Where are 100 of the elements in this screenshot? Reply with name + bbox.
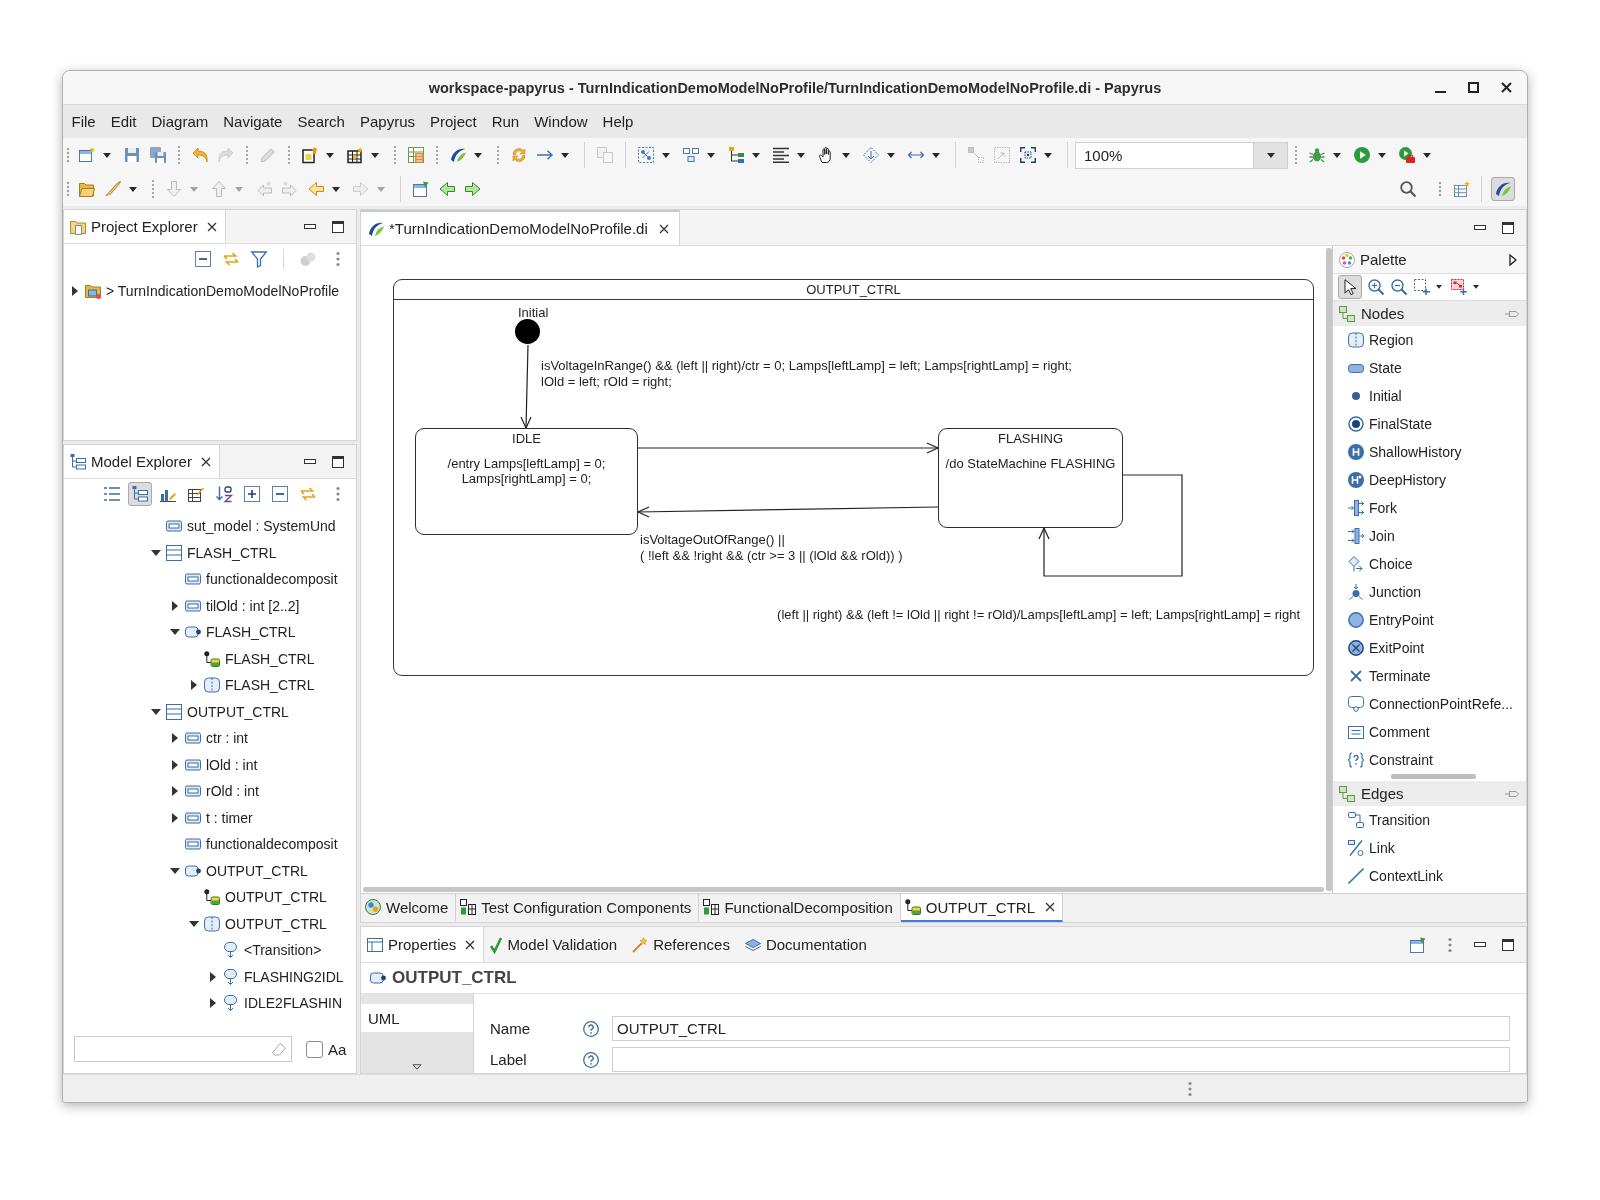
zoom-in-icon[interactable] [1368, 279, 1384, 295]
maximize-icon[interactable] [1468, 82, 1479, 93]
zoom-out-icon[interactable] [1391, 279, 1407, 295]
grip-icon[interactable] [66, 181, 70, 197]
tree-arrow-icon[interactable] [151, 708, 161, 715]
diamond-arrow-icon[interactable] [863, 147, 879, 163]
help-icon[interactable] [583, 1051, 599, 1068]
page-tab[interactable]: FunctionalDecomposition [699, 894, 901, 922]
tree-item[interactable]: OUTPUT_CTRL [187, 703, 289, 720]
tree-item[interactable]: ctr : int [206, 730, 248, 747]
tree-arrow-icon[interactable] [172, 786, 178, 797]
caret-icon[interactable] [797, 152, 805, 158]
text-field[interactable] [612, 1047, 1510, 1072]
palette-item[interactable]: Terminate [1333, 662, 1526, 690]
maximize-icon[interactable] [332, 455, 344, 468]
text-field[interactable]: OUTPUT_CTRL [612, 1016, 1510, 1041]
tree-arrow-icon[interactable] [170, 629, 180, 636]
menu-item[interactable]: Window [526, 113, 596, 130]
caret-icon[interactable] [561, 152, 569, 158]
tree-item[interactable]: functionaldecomposit [206, 836, 338, 853]
grip-icon[interactable] [66, 147, 70, 163]
palette-item[interactable]: FinalState [1333, 410, 1526, 438]
spreadsheet-icon[interactable] [408, 147, 424, 163]
tree-item[interactable]: OUTPUT_CTRL [225, 889, 327, 906]
window-flag-icon[interactable] [413, 181, 429, 197]
caret-icon[interactable] [371, 152, 379, 158]
menu-item[interactable]: Papyrus [352, 113, 423, 130]
palette-item[interactable]: Transition [1333, 806, 1526, 834]
dashed-box-plus-icon[interactable] [1414, 279, 1430, 295]
tree-arrow-icon[interactable] [151, 549, 161, 556]
caret-icon[interactable] [1473, 285, 1479, 289]
plus-box-icon[interactable] [244, 486, 260, 502]
view-tab[interactable]: Model Validation [484, 927, 627, 962]
close-icon[interactable] [1045, 902, 1055, 912]
tree-arrow-icon[interactable] [189, 920, 199, 927]
palette-item[interactable]: Choice [1333, 550, 1526, 578]
kebab-menu-icon[interactable] [336, 486, 340, 502]
close-icon[interactable] [206, 221, 217, 232]
minimize-icon[interactable] [1474, 225, 1486, 230]
view-tab[interactable]: Project Explorer [64, 210, 226, 243]
caret-icon[interactable] [662, 152, 670, 158]
tree-arrow-icon[interactable] [210, 998, 216, 1009]
floppy-disks-icon[interactable] [150, 147, 166, 163]
caret-icon[interactable] [103, 152, 111, 158]
hierarchy-icon[interactable] [728, 147, 744, 163]
caret-icon[interactable] [1266, 152, 1275, 158]
caret-icon[interactable] [887, 152, 895, 158]
menu-item[interactable]: Edit [103, 113, 145, 130]
grip-icon[interactable] [1438, 181, 1442, 197]
tree-arrow-icon[interactable] [172, 812, 178, 823]
tree-item[interactable]: rOld : int [206, 783, 259, 800]
maximize-icon[interactable] [1502, 221, 1514, 234]
tree-arrow-icon[interactable] [172, 600, 178, 611]
scrollbar-thumb[interactable] [1391, 774, 1476, 779]
editor-tab[interactable]: *TurnIndicationDemoModelNoProfile.di [361, 210, 680, 245]
palette-item[interactable]: EntryPoint [1333, 606, 1526, 634]
swirl-logo-icon[interactable] [1491, 177, 1515, 201]
tree-item[interactable]: OUTPUT_CTRL [225, 915, 327, 932]
swirl-logo-icon[interactable] [450, 147, 466, 163]
caret-icon[interactable] [129, 186, 137, 192]
search-icon[interactable] [1400, 181, 1416, 197]
caret-icon[interactable] [1423, 152, 1431, 158]
page-tab[interactable]: Test Configuration Components [456, 894, 700, 922]
folder-icon[interactable] [79, 181, 95, 197]
tree-arrow-icon[interactable] [210, 971, 216, 982]
fit-frame-icon[interactable] [1020, 147, 1036, 163]
caret-icon[interactable] [1436, 285, 1442, 289]
minus-box-icon[interactable] [272, 486, 288, 502]
vertical-scrollbar[interactable] [1326, 248, 1332, 891]
close-icon[interactable] [465, 939, 476, 950]
down-triangle-icon[interactable] [412, 1064, 422, 1070]
window-flag-icon[interactable] [1410, 936, 1426, 953]
caret-icon[interactable] [932, 152, 940, 158]
tree-arrow-icon[interactable] [191, 680, 197, 691]
page-tab[interactable]: OUTPUT_CTRL [900, 894, 1063, 922]
menu-item[interactable]: Diagram [144, 113, 216, 130]
palette-item[interactable]: ExitPoint [1333, 634, 1526, 662]
table-star-icon[interactable] [347, 147, 363, 163]
view-tab[interactable]: Model Explorer [64, 445, 220, 478]
caret-icon[interactable] [842, 152, 850, 158]
maximize-icon[interactable] [1502, 938, 1514, 951]
tree-item[interactable]: > TurnIndicationDemoModelNoProfile [106, 283, 340, 300]
align-left-icon[interactable] [773, 147, 789, 163]
right-arrow-icon[interactable] [465, 181, 481, 197]
page-tab[interactable]: Welcome [361, 894, 457, 922]
menu-item[interactable]: Search [289, 113, 353, 130]
tree-item[interactable]: IDLE2FLASHIN [244, 995, 343, 1012]
tree-item[interactable]: <Transition> [244, 942, 322, 959]
palette-item[interactable]: ShallowHistory [1333, 438, 1526, 466]
left-arrow-icon[interactable] [439, 181, 455, 197]
caret-icon[interactable] [707, 152, 715, 158]
triangle-icon[interactable] [1509, 253, 1517, 266]
dashed-box-link-plus-icon[interactable] [1451, 279, 1467, 295]
table-star-icon[interactable] [1454, 181, 1470, 197]
palette-item[interactable]: DeepHistory [1333, 466, 1526, 494]
tree-arrow-icon[interactable] [170, 867, 180, 874]
boxes-icon[interactable] [683, 147, 699, 163]
palette-item[interactable]: State [1333, 354, 1526, 382]
kebab-menu-icon[interactable] [336, 251, 340, 267]
view-tab[interactable]: References [626, 927, 739, 962]
